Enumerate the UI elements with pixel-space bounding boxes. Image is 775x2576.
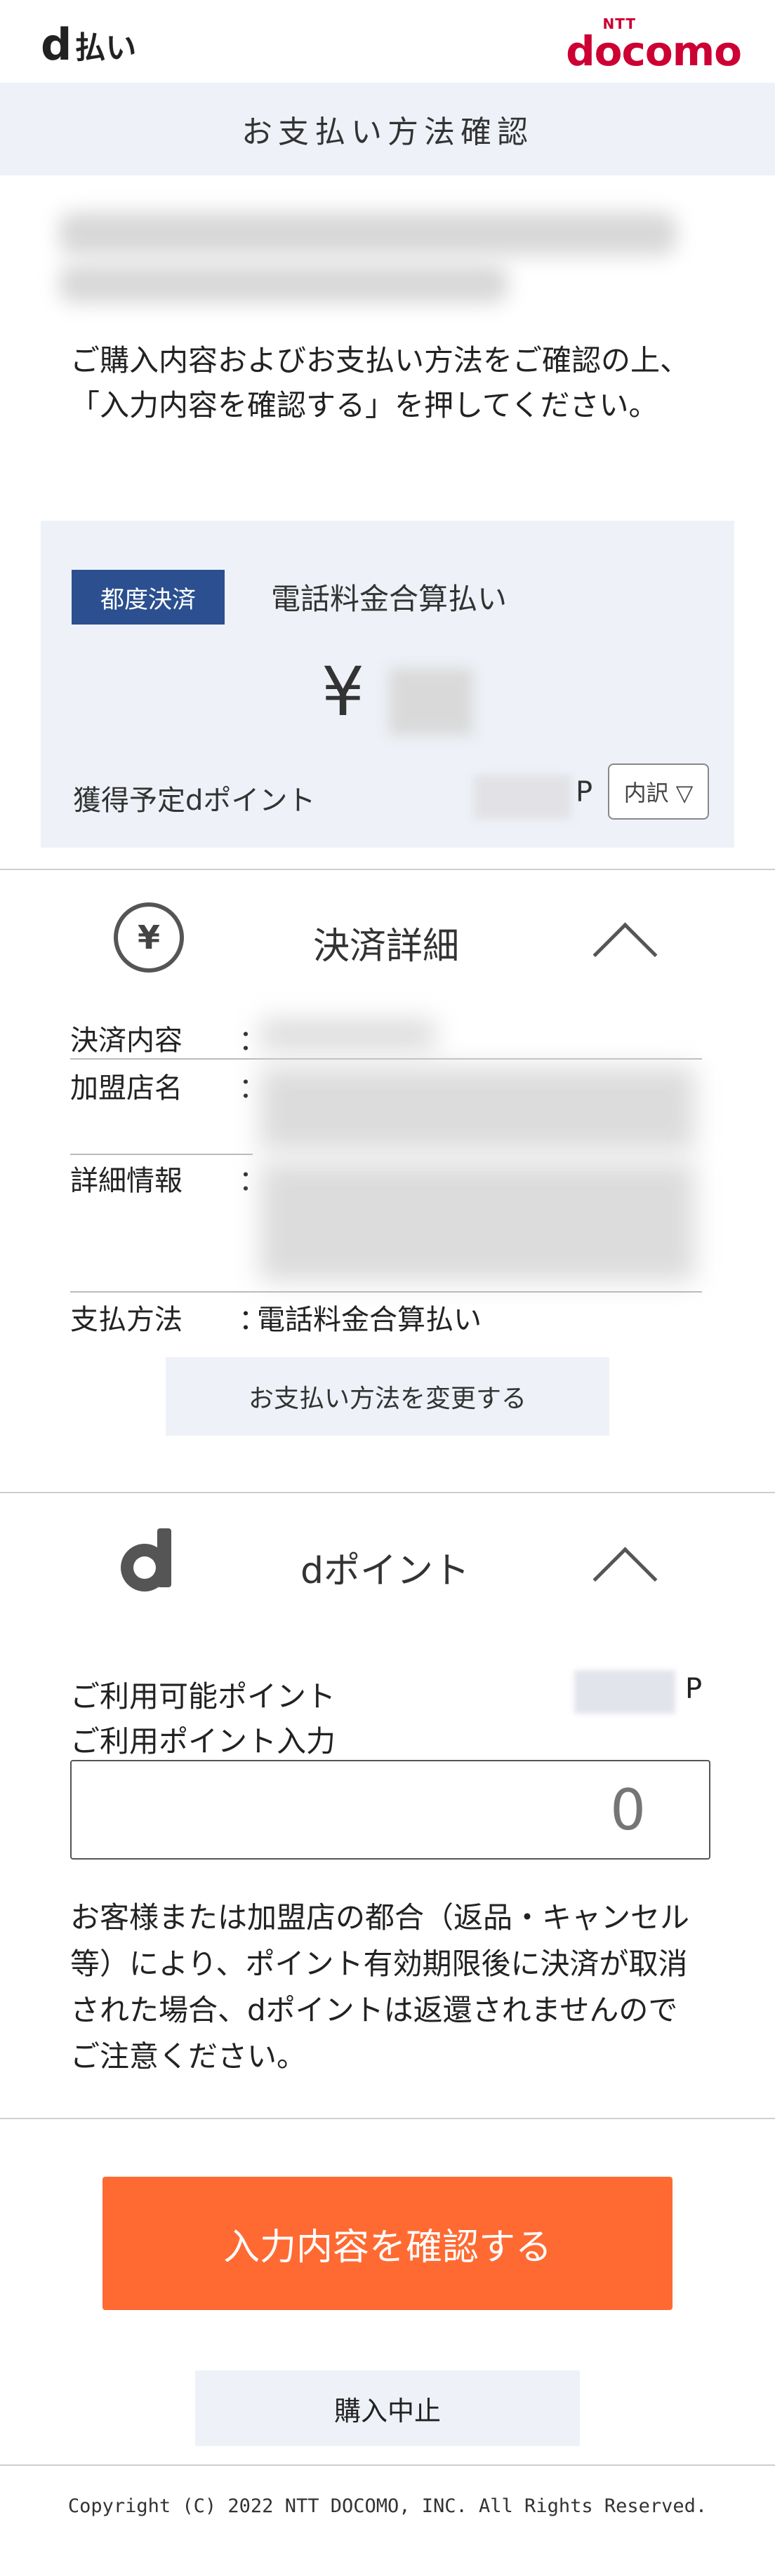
change-payment-method-button[interactable]: お支払い方法を変更する bbox=[166, 1357, 609, 1436]
available-points-unit: P bbox=[685, 1673, 703, 1705]
cancel-purchase-button[interactable]: 購入中止 bbox=[195, 2370, 580, 2446]
merchant-name-label: 加盟店名 bbox=[70, 1072, 183, 1105]
intro-text: ご購入内容およびお支払い方法をご確認の上、「入力内容を確認する」を押してください… bbox=[70, 343, 690, 422]
redacted-merchant-name bbox=[260, 1067, 695, 1151]
docomo-logo-word: docomo bbox=[566, 27, 742, 75]
confirm-input-button[interactable]: 入力内容を確認する bbox=[102, 2177, 673, 2310]
docomo-logo: NTT docomo bbox=[566, 17, 742, 75]
settlement-collapse-chevron-icon[interactable] bbox=[592, 922, 658, 987]
redacted-product-line-1 bbox=[59, 212, 677, 255]
dpoint-logo-icon bbox=[121, 1528, 171, 1591]
page-title: お支払い方法確認 bbox=[0, 83, 775, 175]
section-divider bbox=[0, 2118, 775, 2119]
settlement-section-title[interactable]: 決済詳細 bbox=[313, 916, 459, 969]
earn-points-label: 獲得予定dポイント bbox=[73, 785, 316, 817]
detail-info-label: 詳細情報 bbox=[70, 1165, 183, 1197]
redacted-earn-points bbox=[473, 775, 571, 820]
section-divider bbox=[0, 869, 775, 870]
redacted-settlement-content bbox=[260, 1019, 435, 1050]
dpay-logo-text: 払い bbox=[74, 30, 137, 66]
use-points-input[interactable] bbox=[70, 1760, 710, 1860]
points-breakdown-button[interactable]: 内訳 ▽ bbox=[608, 763, 709, 820]
footer-divider bbox=[0, 2464, 775, 2466]
amount-currency-symbol: ¥ bbox=[322, 653, 365, 731]
redacted-product-line-2 bbox=[59, 264, 508, 303]
payment-type-badge: 都度決済 bbox=[72, 570, 225, 625]
settlement-content-label: 決済内容 bbox=[70, 1025, 183, 1057]
dpoint-collapse-chevron-icon[interactable] bbox=[592, 1547, 658, 1612]
payment-summary-panel: 都度決済 電話料金合算払い ¥ 獲得予定dポイント P 内訳 ▽ bbox=[41, 521, 734, 848]
summary-payment-method: 電話料金合算払い bbox=[271, 582, 508, 616]
payment-method-label: 支払方法 bbox=[70, 1304, 183, 1336]
section-divider bbox=[0, 1492, 775, 1493]
row-divider bbox=[70, 1154, 253, 1155]
row-divider bbox=[70, 1058, 702, 1060]
redacted-amount bbox=[389, 668, 473, 735]
row-divider bbox=[70, 1291, 702, 1293]
dpay-logo-letter: d bbox=[41, 19, 72, 70]
available-points-label: ご利用可能ポイント bbox=[70, 1679, 336, 1714]
dpoint-section-title[interactable]: dポイント bbox=[300, 1541, 470, 1594]
redacted-available-points bbox=[574, 1670, 675, 1714]
payment-method-value: 電話料金合算払い bbox=[257, 1304, 482, 1336]
dpay-logo: d 払い bbox=[41, 22, 136, 67]
points-refund-notice: お客様または加盟店の都合（返品・キャンセル等）により、ポイント有効期限後に決済が… bbox=[70, 1900, 690, 2074]
copyright-text: Copyright (C) 2022 NTT DOCOMO, INC. All … bbox=[67, 2495, 708, 2517]
top-header: d 払い NTT docomo bbox=[0, 0, 775, 83]
use-points-input-label: ご利用ポイント入力 bbox=[70, 1724, 336, 1759]
earn-points-unit: P bbox=[576, 776, 593, 808]
redacted-detail-info bbox=[260, 1162, 695, 1281]
yen-circle-icon: ¥ bbox=[114, 902, 184, 973]
